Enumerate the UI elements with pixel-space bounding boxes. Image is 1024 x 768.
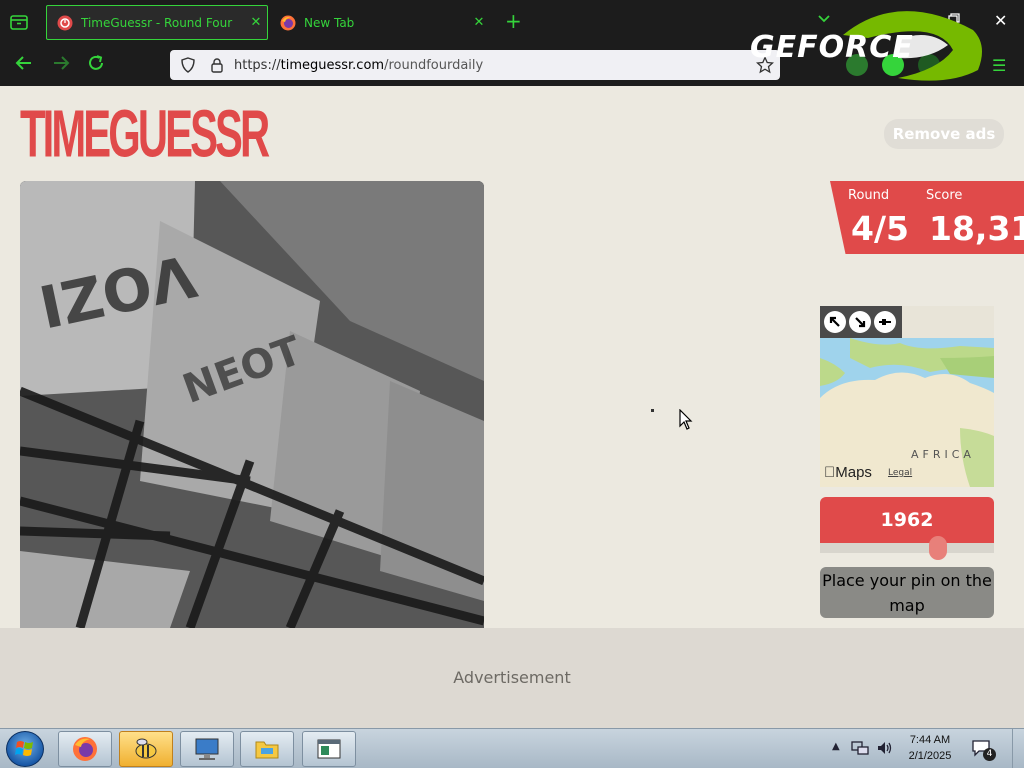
taskbar-firefox[interactable] [58, 731, 112, 767]
reload-icon[interactable] [84, 53, 108, 77]
cursor-speck [651, 409, 654, 412]
apple-maps-logo: Maps [824, 464, 872, 481]
windows-logo-icon [15, 741, 33, 756]
tab-new-tab[interactable]: New Tab ✕ [270, 5, 490, 40]
forward-arrow-icon[interactable] [49, 53, 73, 77]
map-controls [820, 306, 902, 338]
extension-refresh-icon[interactable] [846, 54, 868, 76]
place-pin-button[interactable]: Place your pin on the map [820, 567, 994, 618]
extension-puzzle-icon[interactable] [918, 54, 940, 76]
score-value: 18,312 [929, 209, 1024, 248]
tab-list-icon[interactable] [8, 11, 30, 33]
year-slider-track[interactable] [820, 543, 994, 553]
firefox-icon [73, 737, 97, 761]
clock-date: 2/1/2025 [908, 750, 952, 762]
clock-time: 7:44 AM [909, 734, 951, 746]
browser-tab-bar: TimeGuessr - Round Four ✕ New Tab ✕ + — … [0, 0, 1024, 44]
timeguessr-logo[interactable]: TIMEGUESSR [20, 99, 270, 169]
network-icon[interactable] [851, 739, 869, 757]
lock-icon[interactable] [210, 57, 224, 73]
close-window-icon[interactable]: ✕ [994, 12, 1007, 30]
volume-icon[interactable] [876, 739, 894, 757]
bee-icon [135, 738, 157, 759]
tray-expand-icon[interactable]: ▲ [832, 741, 840, 752]
tab-title: New Tab [304, 15, 355, 30]
system-clock[interactable]: 7:44 AM 2/1/2025 [900, 732, 960, 764]
expand-icon[interactable] [824, 311, 846, 333]
url-domain: timeguessr.com [280, 57, 385, 73]
advertisement-label: Advertisement [453, 668, 571, 687]
address-bar[interactable]: https://timeguessr.com/roundfourdaily [170, 50, 780, 80]
url-path: /roundfourdaily [384, 57, 484, 73]
photo-image: ΙΖΟΛ ΝΕΟΤ [20, 181, 484, 628]
back-arrow-icon[interactable] [12, 53, 36, 77]
extension-icons [846, 54, 940, 76]
map-region-label: AFRICA [911, 448, 975, 461]
round-photo: ΙΖΟΛ ΝΕΟΤ [20, 181, 484, 628]
round-label: Round [848, 188, 890, 203]
bookmark-star-icon[interactable] [755, 55, 775, 74]
taskbar-window-app[interactable] [302, 731, 356, 767]
start-button[interactable] [6, 731, 44, 767]
round-value: 4/5 [851, 209, 909, 248]
folder-icon [255, 741, 279, 759]
menu-icon[interactable]: ☰ [992, 56, 1006, 75]
taskbar-control-panel[interactable] [180, 731, 234, 767]
year-slider-thumb[interactable] [929, 536, 948, 560]
url-prefix: https:// [234, 57, 281, 73]
guess-map[interactable]: AFRICA Maps Legal [820, 306, 994, 487]
mouse-cursor-icon [679, 408, 693, 435]
score-label: Score [926, 188, 963, 203]
tab-title: TimeGuessr - Round Four [81, 15, 233, 30]
tab-close-icon[interactable]: ✕ [468, 15, 490, 30]
chevron-down-icon[interactable] [818, 12, 830, 26]
windows-taskbar: ▲ 7:44 AM 2/1/2025 4 [0, 728, 1024, 768]
pin-icon[interactable] [874, 311, 896, 333]
advertisement-area: Advertisement [0, 628, 1024, 728]
window-icon [317, 739, 341, 759]
shrink-icon[interactable] [849, 311, 871, 333]
minimize-icon[interactable]: — [903, 12, 917, 30]
tab-close-icon[interactable]: ✕ [245, 15, 267, 30]
tab-timeguessr[interactable]: TimeGuessr - Round Four ✕ [46, 5, 268, 40]
taskbar-app-bee[interactable] [119, 731, 173, 767]
shield-icon[interactable] [180, 57, 196, 73]
extension-badge-count: 7 [963, 47, 969, 57]
firefox-favicon-icon [280, 15, 296, 31]
map-brand-text: Maps [824, 464, 872, 481]
map-legal-link[interactable]: Legal [888, 468, 912, 478]
browser-nav-bar: https://timeguessr.com/roundfourdaily u … [0, 44, 1024, 86]
plus-icon[interactable]: + [505, 10, 522, 32]
show-desktop-button[interactable] [1012, 729, 1024, 768]
timeguessr-favicon-icon [57, 15, 73, 31]
score-card: Round 4/5 Score 18,312 [830, 181, 1024, 254]
notification-count-badge: 4 [983, 748, 996, 761]
url-text: https://timeguessr.com/roundfourdaily [234, 58, 483, 73]
monitor-icon [195, 738, 219, 760]
maximize-icon[interactable] [948, 12, 960, 30]
extension-account-icon[interactable] [882, 54, 904, 76]
taskbar-file-explorer[interactable] [240, 731, 294, 767]
year-display: 1962 [820, 497, 994, 543]
remove-ads-button[interactable]: Remove ads [884, 119, 1004, 149]
